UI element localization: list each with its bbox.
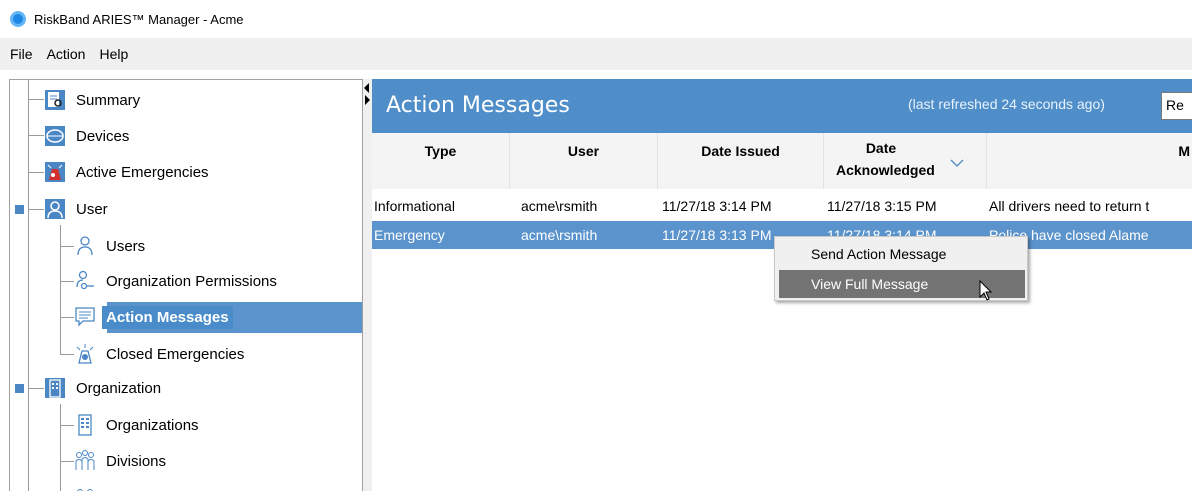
column-header-user[interactable]: User <box>510 133 658 189</box>
menu-action[interactable]: Action <box>41 46 92 62</box>
tree-item-closed-emergencies[interactable]: Closed Emergencies <box>74 336 248 372</box>
last-refreshed-label: (last refreshed 24 seconds ago) <box>908 96 1105 112</box>
column-header-message[interactable]: M <box>987 133 1192 189</box>
building-icon <box>44 377 66 399</box>
tree-item-divisions[interactable]: Divisions <box>74 443 170 479</box>
tree-item-label: Active Emergencies <box>76 163 209 181</box>
partial-group-icon <box>74 486 96 491</box>
expand-user-toggle[interactable] <box>15 205 24 214</box>
tree-connector <box>28 80 29 491</box>
mouse-cursor-icon <box>979 279 993 305</box>
tree-item-label: Devices <box>76 127 130 145</box>
panel-header: Action Messages (last refreshed 24 secon… <box>372 79 1192 133</box>
page-title: Action Messages <box>386 93 570 118</box>
tree-connector <box>28 135 44 136</box>
title-bar: RiskBand ARIES™ Manager - Acme <box>0 0 1192 38</box>
refresh-select[interactable]: Re <box>1161 92 1192 120</box>
column-header-date-acknowledged[interactable]: Date Acknowledged <box>824 133 987 189</box>
tree-item-action-messages[interactable]: Action Messages <box>74 299 233 335</box>
column-header-label: Date Acknowledged <box>836 140 935 178</box>
sort-descending-icon <box>950 151 964 173</box>
tree-item-users[interactable]: Users <box>74 228 149 264</box>
tree-item-organization[interactable]: Organization <box>44 370 165 406</box>
cell-date-issued: 11/27/18 3:14 PM <box>662 198 772 214</box>
devices-icon <box>44 125 66 147</box>
tree-connector <box>28 209 44 210</box>
panel-splitter[interactable] <box>363 79 372 491</box>
users-icon <box>74 235 96 257</box>
cell-user: acme\rsmith <box>521 227 598 243</box>
tree-item-label: User <box>76 200 108 218</box>
tree-connector <box>60 461 74 462</box>
tree-connector <box>60 425 74 426</box>
tree-connector <box>60 246 74 247</box>
emergency-icon <box>44 161 66 183</box>
tree-connector <box>60 281 74 282</box>
menu-bar: File Action Help <box>0 38 1192 70</box>
cell-user: acme\rsmith <box>521 198 598 214</box>
expand-right-icon[interactable] <box>365 95 370 105</box>
message-icon <box>74 306 96 328</box>
tree-connector <box>28 388 44 389</box>
app-logo-icon <box>10 11 26 27</box>
divisions-icon <box>74 450 96 472</box>
tree-item-label: Organization <box>76 379 162 397</box>
tree-item-label: Closed Emergencies <box>106 345 245 363</box>
user-key-icon <box>74 270 96 292</box>
tree-item-label: Divisions <box>106 452 167 470</box>
cell-date-acknowledged: 11/27/18 3:15 PM <box>827 198 937 214</box>
menu-item-send-action-message[interactable]: Send Action Message <box>779 240 1025 268</box>
tree-connector <box>60 354 74 355</box>
tree-connector <box>60 225 61 355</box>
tree-item-partial[interactable] <box>74 479 102 491</box>
organizations-icon <box>74 414 96 436</box>
table-header: Type User Date Issued Date Acknowledged … <box>372 133 1192 189</box>
closed-emergency-icon <box>74 343 96 365</box>
menu-file[interactable]: File <box>4 46 39 62</box>
tree-connector <box>60 404 61 491</box>
cell-type: Emergency <box>374 227 445 243</box>
tree-connector <box>28 99 44 100</box>
user-icon <box>44 198 66 220</box>
tree-item-active-emergencies[interactable]: Active Emergencies <box>44 154 213 190</box>
menu-help[interactable]: Help <box>93 46 134 62</box>
tree-item-user[interactable]: User <box>44 191 112 227</box>
tree-item-summary[interactable]: Summary <box>44 82 144 118</box>
cell-type: Informational <box>374 198 455 214</box>
tree-item-organizations[interactable]: Organizations <box>74 407 203 443</box>
table-row[interactable]: Informational acme\rsmith 11/27/18 3:14 … <box>372 192 1192 220</box>
column-header-type[interactable]: Type <box>372 133 510 189</box>
collapse-left-icon[interactable] <box>364 83 369 93</box>
cell-message: All drivers need to return t <box>989 198 1150 214</box>
tree-item-label: Users <box>106 237 146 255</box>
tree-item-label: Organizations <box>106 416 199 434</box>
column-header-date-issued[interactable]: Date Issued <box>658 133 824 189</box>
tree-item-label: Action Messages <box>102 305 233 329</box>
tree-item-organization-permissions[interactable]: Organization Permissions <box>74 263 281 299</box>
summary-icon <box>44 89 66 111</box>
tree-connector <box>60 317 74 318</box>
tree-connector <box>28 172 44 173</box>
expand-organization-toggle[interactable] <box>15 384 24 393</box>
tree-item-devices[interactable]: Devices <box>44 118 133 154</box>
navigation-tree: Summary Devices Active Emergencies User … <box>9 79 363 491</box>
window-title: RiskBand ARIES™ Manager - Acme <box>34 11 244 27</box>
tree-item-label: Summary <box>76 91 141 109</box>
tree-item-label: Organization Permissions <box>106 272 277 290</box>
